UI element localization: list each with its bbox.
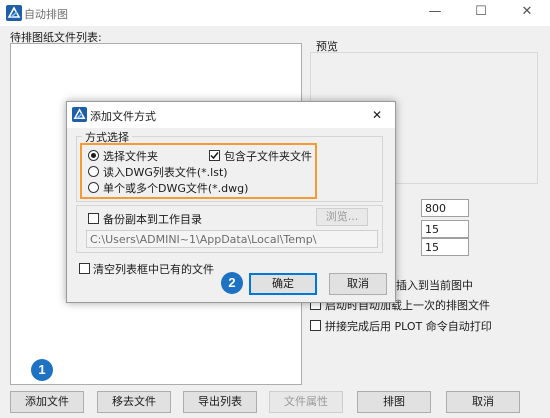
radio-read-lst[interactable] bbox=[88, 166, 99, 177]
cancel-main-button[interactable]: 取消 bbox=[446, 391, 520, 413]
auto-plot-label: 拼接完成后用 PLOT 命令自动打印 bbox=[325, 320, 492, 333]
dialog-title: 添加文件方式 bbox=[90, 110, 156, 123]
add-file-dialog: 添加文件方式 ✕ 方式选择 选择文件夹 包含子文件夹文件 读入DWG列表文件(*… bbox=[66, 101, 396, 303]
clear-list-label: 清空列表框中已有的文件 bbox=[93, 263, 214, 276]
app-logo-icon bbox=[6, 5, 22, 21]
clear-list-checkbox[interactable] bbox=[79, 263, 90, 274]
check-mark-icon bbox=[210, 152, 219, 160]
browse-button[interactable]: 浏览... bbox=[316, 208, 368, 226]
radio-read-lst-label: 读入DWG列表文件(*.lst) bbox=[103, 166, 228, 179]
file-properties-button[interactable]: 文件属性 bbox=[269, 391, 343, 413]
radio-dwg-files[interactable] bbox=[88, 182, 99, 193]
auto-plot-checkbox[interactable] bbox=[310, 320, 321, 331]
dialog-cancel-button[interactable]: 取消 bbox=[329, 273, 387, 295]
backup-label: 备份副本到工作目录 bbox=[103, 213, 202, 226]
setting-input-2[interactable]: 15 bbox=[421, 220, 469, 238]
work-dir-path-field[interactable]: C:\Users\ADMINI~1\AppData\Local\Temp\ bbox=[86, 230, 378, 248]
dialog-logo-icon bbox=[72, 107, 87, 122]
radio-select-folder-label: 选择文件夹 bbox=[103, 150, 158, 163]
remove-file-button[interactable]: 移去文件 bbox=[97, 391, 171, 413]
backup-checkbox[interactable] bbox=[88, 213, 99, 224]
layout-button[interactable]: 排图 bbox=[357, 391, 431, 413]
setting-input-3[interactable]: 15 bbox=[421, 238, 469, 256]
setting-input-1[interactable]: 800 bbox=[421, 199, 469, 217]
window-title: 自动排图 bbox=[24, 8, 68, 21]
radio-select-folder[interactable] bbox=[88, 150, 99, 161]
step-badge-2: 2 bbox=[221, 272, 243, 294]
include-subfolders-checkbox[interactable] bbox=[209, 150, 220, 161]
radio-dwg-files-label: 单个或多个DWG文件(*.dwg) bbox=[103, 182, 249, 195]
maximize-button[interactable]: ☐ bbox=[458, 0, 504, 26]
add-file-button[interactable]: 添加文件 bbox=[10, 391, 84, 413]
ok-button[interactable]: 确定 bbox=[249, 273, 317, 295]
step-badge-1: 1 bbox=[31, 359, 53, 381]
include-subfolders-label: 包含子文件夹文件 bbox=[224, 150, 312, 163]
dialog-close-button[interactable]: ✕ bbox=[363, 105, 391, 125]
export-list-button[interactable]: 导出列表 bbox=[183, 391, 257, 413]
close-button[interactable]: ✕ bbox=[504, 0, 550, 26]
minimize-button[interactable]: — bbox=[412, 0, 458, 26]
insert-current-label: 插入到当前图中 bbox=[396, 279, 473, 292]
